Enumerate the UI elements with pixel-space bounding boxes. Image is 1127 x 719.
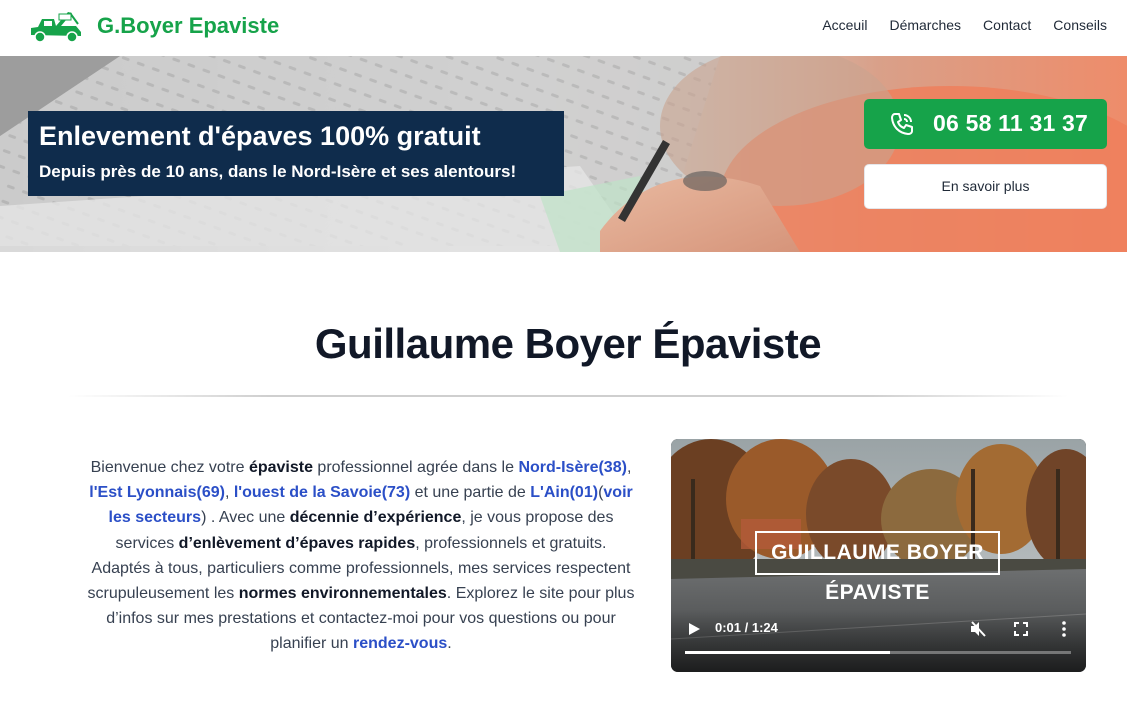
link-ouest-savoie[interactable]: l'ouest de la Savoie(73) bbox=[234, 484, 410, 501]
site-header: G.Boyer Epaviste Acceuil Démarches Conta… bbox=[0, 0, 1127, 56]
link-rendez-vous[interactable]: rendez-vous bbox=[353, 635, 447, 652]
hero-banner: Enlevement d'épaves 100% gratuit Depuis … bbox=[0, 56, 1127, 252]
link-ain[interactable]: L'Ain(01) bbox=[530, 484, 598, 501]
intro-text: et une partie de bbox=[410, 484, 531, 502]
hero-subtitle: Depuis près de 10 ans, dans le Nord-Isèr… bbox=[39, 162, 517, 181]
intro-bold-normes: normes environnementales bbox=[238, 585, 447, 603]
intro-bold-epaviste: épaviste bbox=[248, 459, 313, 476]
play-icon[interactable] bbox=[687, 622, 701, 636]
mute-icon[interactable] bbox=[969, 620, 987, 638]
nav-item-conseils[interactable]: Conseils bbox=[1053, 17, 1107, 33]
video-overlay-title: GUILLAUME BOYER ÉPAVISTE bbox=[755, 531, 1000, 604]
page-title: Guillaume Boyer Épaviste bbox=[314, 320, 822, 367]
intro-text: Bienvenue chez votre bbox=[90, 459, 249, 476]
call-phone-button[interactable]: 06 58 11 31 37 bbox=[864, 99, 1107, 149]
video-progress-track[interactable] bbox=[685, 651, 1071, 654]
intro-text: , bbox=[224, 484, 234, 502]
intro-text: , bbox=[626, 459, 632, 476]
intro-paragraph: Bienvenue chez votre épaviste profession… bbox=[86, 455, 636, 657]
intro-text: . bbox=[447, 635, 452, 653]
main-nav: Acceuil Démarches Contact Conseils bbox=[822, 17, 1107, 33]
divider bbox=[68, 395, 1068, 397]
link-nord-isere[interactable]: Nord-Isère(38) bbox=[518, 459, 626, 476]
hero-title: Enlevement d'épaves 100% gratuit bbox=[39, 121, 481, 151]
video-player[interactable]: GUILLAUME BOYER ÉPAVISTE 0:01 / 1:24 bbox=[671, 439, 1086, 672]
more-vertical-icon[interactable] bbox=[1061, 621, 1067, 637]
intro-bold-experience: décennie d’expérience bbox=[289, 509, 462, 527]
intro-bold-services: d’enlèvement d’épaves rapides bbox=[178, 534, 416, 552]
link-est-lyonnais[interactable]: l'Est Lyonnais(69) bbox=[89, 484, 225, 501]
fullscreen-icon[interactable] bbox=[1013, 621, 1029, 637]
video-progress-fill bbox=[685, 651, 890, 654]
video-time: 0:01 / 1:24 bbox=[715, 620, 778, 635]
phone-number: 06 58 11 31 37 bbox=[933, 110, 1089, 136]
nav-item-contact[interactable]: Contact bbox=[983, 17, 1031, 33]
tow-truck-logo-icon[interactable] bbox=[28, 8, 84, 46]
brand-name[interactable]: G.Boyer Epaviste bbox=[97, 13, 279, 39]
phone-icon bbox=[891, 113, 913, 135]
nav-item-demarches[interactable]: Démarches bbox=[889, 17, 961, 33]
intro-text: ) . Avec une bbox=[201, 509, 290, 527]
intro-text: professionnel agrée dans le bbox=[312, 459, 519, 476]
learn-more-button[interactable]: En savoir plus bbox=[864, 164, 1107, 209]
nav-item-acceuil[interactable]: Acceuil bbox=[822, 17, 867, 33]
hero-headline-box: Enlevement d'épaves 100% gratuit Depuis … bbox=[28, 111, 564, 196]
